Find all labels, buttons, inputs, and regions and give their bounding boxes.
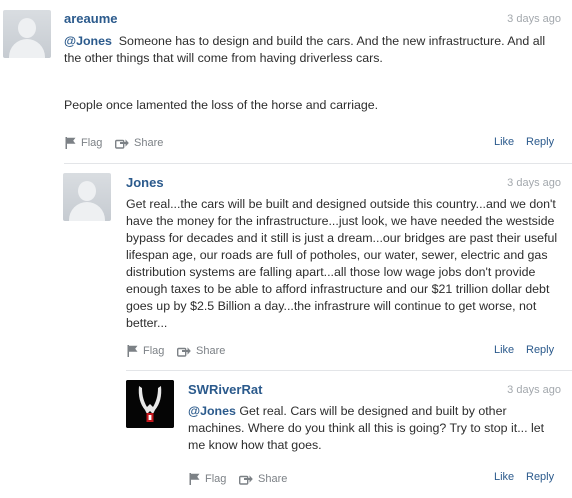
comment-swriverrat: SWRiverRat 3 days ago @Jones Get real. C…: [0, 371, 572, 498]
comment-author[interactable]: Jones: [126, 175, 164, 190]
avatar[interactable]: [3, 10, 51, 58]
share-icon: [115, 138, 129, 149]
avatar-placeholder-icon: [78, 181, 96, 201]
avatar-placeholder-icon: [18, 18, 36, 38]
share-button[interactable]: Share: [115, 137, 163, 149]
like-link[interactable]: Like: [494, 136, 514, 148]
flag-icon: [65, 137, 76, 149]
flag-icon: [127, 345, 138, 357]
comment-jones: Jones 3 days ago Get real...the cars wil…: [0, 164, 572, 369]
comment-body: @Jones Someone has to design and build t…: [64, 34, 546, 112]
share-button[interactable]: Share: [177, 345, 225, 357]
comment-body: @Jones Get real. Cars will be designed a…: [188, 404, 545, 452]
share-icon: [239, 474, 253, 485]
like-link[interactable]: Like: [494, 344, 514, 356]
comment-areaume: areaume 3 days ago @Jones Someone has to…: [0, 0, 572, 160]
comment-body: Get real...the cars will be built and de…: [126, 197, 558, 330]
avatar[interactable]: [63, 173, 111, 221]
avatar[interactable]: [126, 380, 174, 428]
rat-logo-icon: [126, 380, 174, 428]
flag-button[interactable]: Flag: [65, 137, 102, 149]
comment-timestamp: 3 days ago: [507, 384, 561, 396]
comment-timestamp: 3 days ago: [507, 13, 561, 25]
reply-link[interactable]: Reply: [526, 471, 554, 483]
mention-link[interactable]: @Jones: [188, 404, 236, 418]
like-link[interactable]: Like: [494, 471, 514, 483]
mention-link[interactable]: @Jones: [64, 34, 112, 48]
reply-link[interactable]: Reply: [526, 136, 554, 148]
comment-author[interactable]: SWRiverRat: [188, 382, 262, 397]
comment-author[interactable]: areaume: [64, 11, 117, 26]
reply-link[interactable]: Reply: [526, 344, 554, 356]
share-button[interactable]: Share: [239, 473, 287, 485]
flag-button[interactable]: Flag: [127, 345, 164, 357]
flag-icon: [189, 473, 200, 485]
share-icon: [177, 346, 191, 357]
comment-timestamp: 3 days ago: [507, 177, 561, 189]
flag-button[interactable]: Flag: [189, 473, 226, 485]
